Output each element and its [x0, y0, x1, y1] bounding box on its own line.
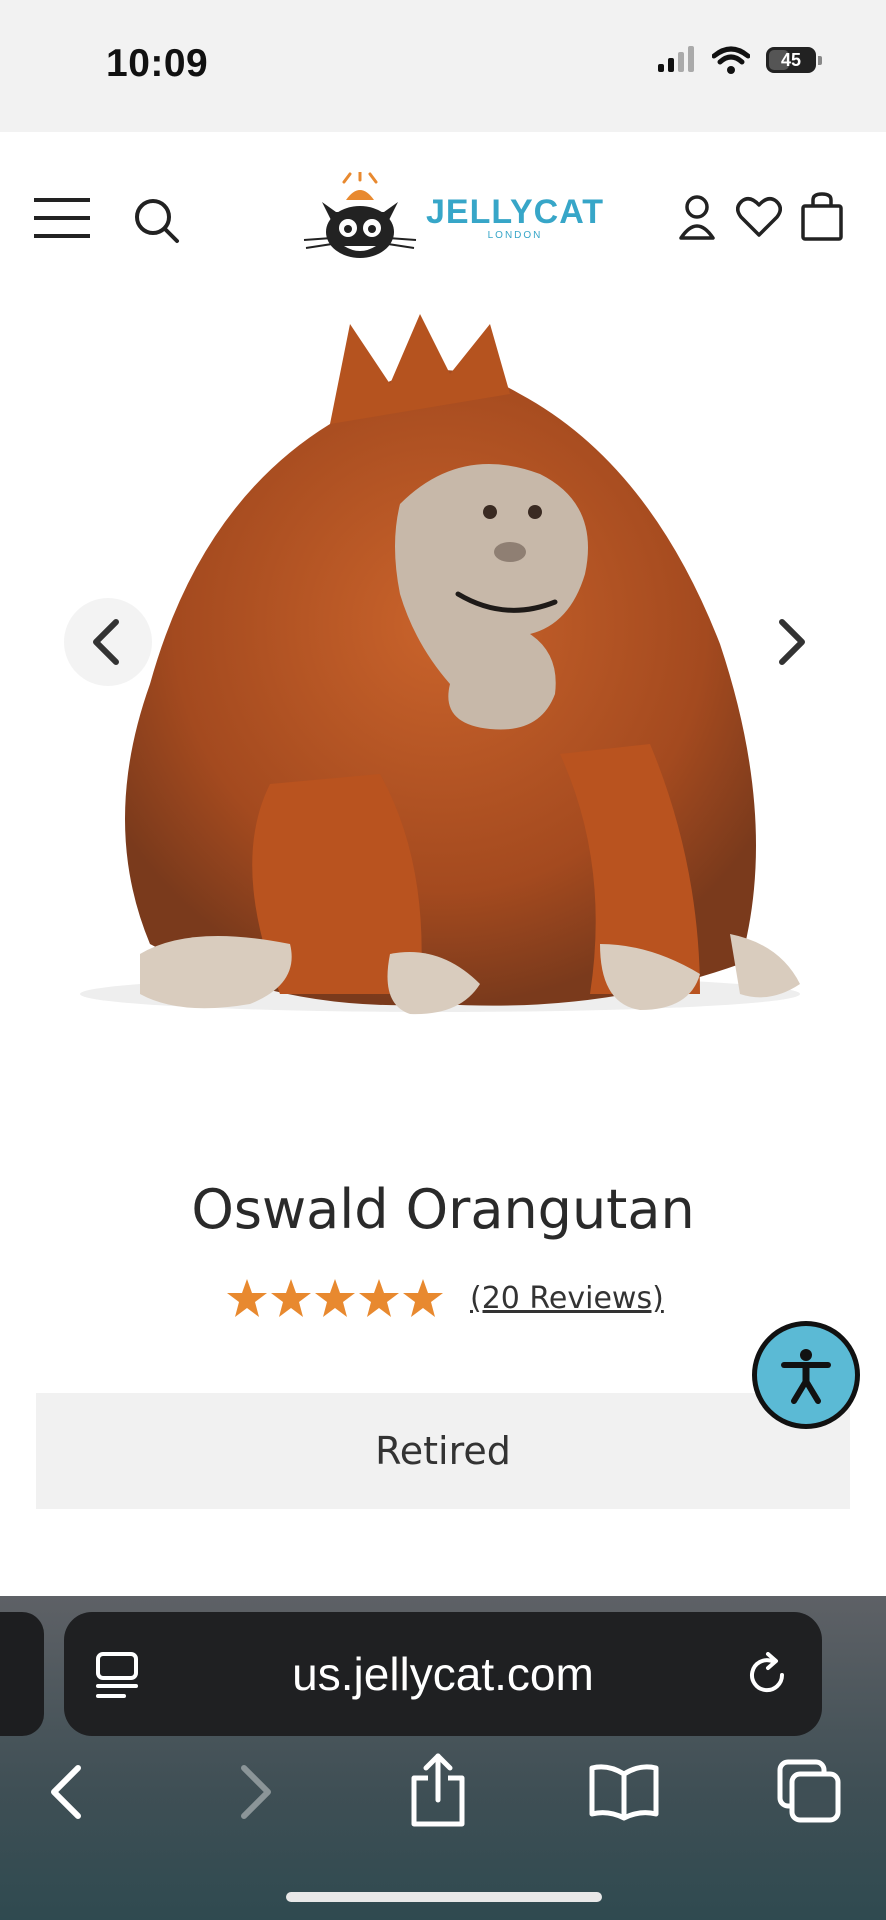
- previous-image-button[interactable]: [64, 598, 152, 686]
- battery-level: 45: [780, 49, 802, 70]
- status-bar: 10:09 45: [0, 0, 886, 132]
- address-bar[interactable]: us.jellycat.com: [64, 1612, 822, 1736]
- search-icon[interactable]: [134, 198, 180, 244]
- product-rating: (20 Reviews): [226, 1278, 664, 1318]
- logo-text: JELLYCAT LONDON: [426, 193, 604, 241]
- back-icon[interactable]: [46, 1764, 86, 1820]
- bookmarks-icon[interactable]: [588, 1762, 660, 1822]
- product-title: Oswald Orangutan: [191, 1178, 695, 1241]
- forward-icon[interactable]: [236, 1764, 276, 1820]
- browser-toolbar: [0, 1752, 886, 1832]
- star-icon: [359, 1279, 399, 1317]
- signal-icon: [658, 46, 694, 72]
- account-icon[interactable]: [678, 194, 716, 240]
- accessibility-icon: [781, 1349, 831, 1404]
- bag-icon[interactable]: [800, 192, 844, 242]
- cat-logo-icon: [303, 172, 417, 258]
- rating-stars: [226, 1278, 444, 1318]
- reload-icon[interactable]: [744, 1652, 790, 1698]
- accessibility-button[interactable]: [752, 1321, 860, 1429]
- jellycat-logo[interactable]: JELLYCAT LONDON: [300, 172, 604, 262]
- url-text[interactable]: us.jellycat.com: [64, 1612, 822, 1736]
- wifi-icon: [712, 46, 750, 74]
- home-indicator: [286, 1892, 602, 1902]
- wishlist-icon[interactable]: [736, 196, 782, 238]
- reviews-link[interactable]: (20 Reviews): [470, 1281, 664, 1316]
- star-icon: [403, 1279, 443, 1317]
- menu-icon[interactable]: [34, 196, 90, 240]
- next-image-button[interactable]: [752, 598, 840, 686]
- tabs-icon[interactable]: [776, 1758, 842, 1824]
- status-icons: 45: [656, 46, 822, 74]
- battery-icon: 45: [766, 47, 822, 73]
- chevron-left-icon: [93, 619, 119, 665]
- site-header: JELLYCAT LONDON: [0, 132, 886, 306]
- logo-word: JELLYCAT: [426, 193, 605, 231]
- status-time: 10:09: [106, 42, 209, 85]
- logo-sub: LONDON: [487, 230, 543, 241]
- retired-status-box: Retired: [36, 1393, 850, 1509]
- star-icon: [227, 1279, 267, 1317]
- star-icon: [315, 1279, 355, 1317]
- share-icon[interactable]: [408, 1752, 468, 1828]
- star-icon: [271, 1279, 311, 1317]
- previous-tab-edge[interactable]: [0, 1612, 44, 1736]
- chevron-right-icon: [779, 619, 805, 665]
